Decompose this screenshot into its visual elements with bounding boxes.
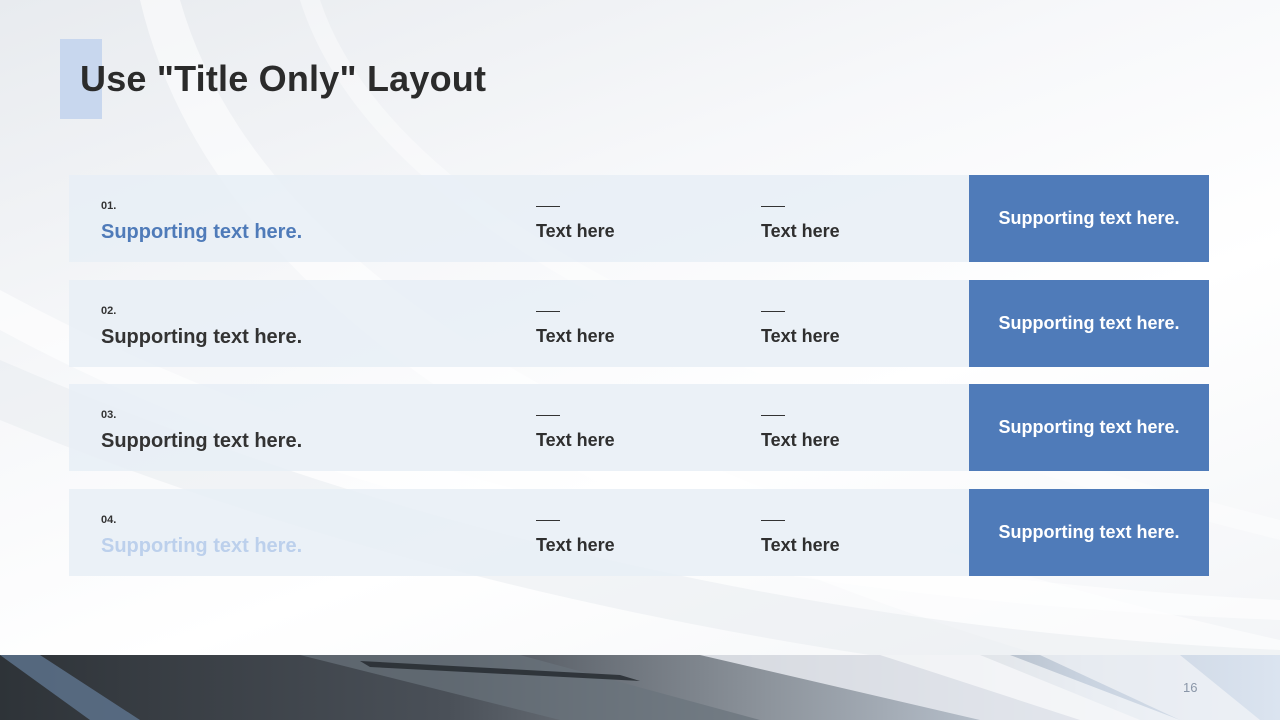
row-text-col1: Text here bbox=[536, 326, 615, 346]
row-number: 02. bbox=[101, 305, 117, 317]
dash-divider bbox=[536, 520, 560, 521]
row-highlight-box: Supporting text here. bbox=[969, 175, 1209, 262]
row-text-col1: Text here bbox=[536, 430, 615, 450]
page-number: 16 bbox=[1183, 680, 1198, 695]
row-background bbox=[69, 175, 969, 262]
list-row-2: 02. Supporting text here. Text here Text… bbox=[69, 280, 1209, 367]
row-highlight-box: Supporting text here. bbox=[969, 489, 1209, 576]
list-row-4: 04. Supporting text here. Text here Text… bbox=[69, 489, 1209, 576]
list-row-3: 03. Supporting text here. Text here Text… bbox=[69, 384, 1209, 471]
row-supporting-text: Supporting text here. bbox=[101, 221, 303, 243]
row-background bbox=[69, 489, 969, 576]
row-number: 03. bbox=[101, 409, 117, 421]
dash-divider bbox=[761, 206, 785, 207]
row-text-col2: Text here bbox=[761, 326, 840, 346]
dash-divider bbox=[536, 311, 560, 312]
dash-divider bbox=[761, 520, 785, 521]
dash-divider bbox=[761, 311, 785, 312]
row-number: 01. bbox=[101, 200, 117, 212]
row-text-col1: Text here bbox=[536, 221, 615, 241]
row-highlight-box: Supporting text here. bbox=[969, 384, 1209, 471]
row-supporting-text: Supporting text here. bbox=[101, 535, 303, 557]
dash-divider bbox=[536, 415, 560, 416]
row-number: 04. bbox=[101, 514, 117, 526]
slide-title: Use "Title Only" Layout bbox=[80, 58, 487, 99]
dash-divider bbox=[536, 206, 560, 207]
row-supporting-text: Supporting text here. bbox=[101, 326, 303, 348]
row-text-col2: Text here bbox=[761, 221, 840, 241]
row-background bbox=[69, 384, 969, 471]
row-text-col1: Text here bbox=[536, 535, 615, 555]
row-supporting-text: Supporting text here. bbox=[101, 430, 303, 452]
footer-building-image bbox=[0, 655, 1280, 720]
row-text-col2: Text here bbox=[761, 430, 840, 450]
row-text-col2: Text here bbox=[761, 535, 840, 555]
row-background bbox=[69, 280, 969, 367]
row-highlight-box: Supporting text here. bbox=[969, 280, 1209, 367]
dash-divider bbox=[761, 415, 785, 416]
list-row-1: 01. Supporting text here. Text here Text… bbox=[69, 175, 1209, 262]
